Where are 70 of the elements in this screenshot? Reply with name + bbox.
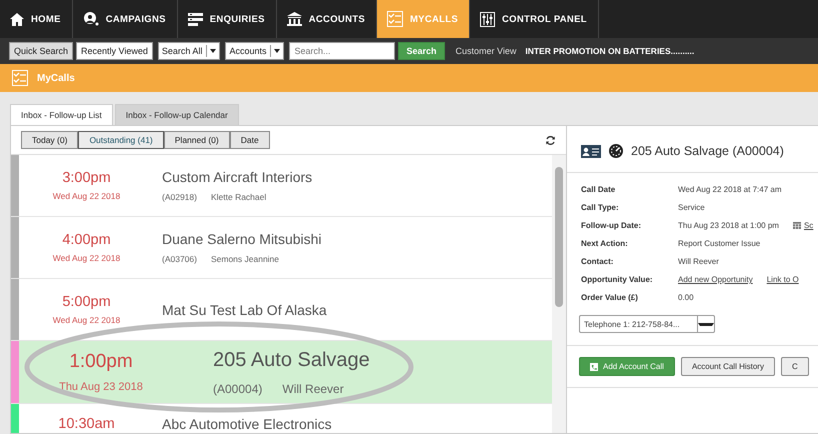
call-row[interactable]: 4:00pm Wed Aug 22 2018 Duane Salerno Mitsubishi (A03706) Semons Jeannine: [11, 217, 552, 279]
search-mode-tab[interactable]: Quick Search: [9, 42, 74, 60]
contact-name: Klette Rachael: [210, 192, 266, 202]
search-field[interactable]: Search...: [289, 42, 396, 60]
checklist-icon: [386, 11, 403, 27]
action-button[interactable]: C: [780, 357, 809, 376]
call-time: 10:30am: [58, 416, 115, 432]
refresh-icon[interactable]: [545, 134, 556, 146]
field-value: Service: [678, 203, 705, 212]
field-value: Wed Aug 22 2018 at 7:47 am: [678, 185, 782, 194]
checklist-icon: [12, 70, 28, 86]
filter-button[interactable]: Today (0): [21, 131, 78, 149]
detail-title: 205 Auto Salvage (A00004): [631, 144, 784, 158]
field-label: Next Action:: [581, 239, 629, 248]
gauge-icon: [609, 144, 623, 158]
field-label: Opportunity Value:: [581, 275, 654, 284]
add-opportunity-link[interactable]: Add new Opportunity: [678, 275, 753, 284]
call-time: 3:00pm: [62, 170, 111, 186]
field-value: Will Reever: [678, 257, 719, 266]
filter-button[interactable]: Date: [230, 131, 270, 149]
sliders-icon: [480, 12, 495, 26]
calendar-icon: [792, 222, 801, 229]
contact-card-icon: [581, 144, 601, 158]
call-date: Wed Aug 22 2018: [52, 315, 120, 325]
link[interactable]: Sc: [804, 221, 814, 230]
filter-button[interactable]: Planned (0): [164, 131, 230, 149]
contact-name: Will Reever: [282, 382, 344, 396]
page-title: MyCalls: [37, 72, 75, 84]
action-button[interactable]: Account Call History: [680, 357, 775, 376]
call-time: 4:00pm: [62, 232, 111, 248]
customer-view-link[interactable]: Customer View: [456, 46, 516, 56]
list-icon: [188, 12, 203, 26]
field-label: Order Value (£): [581, 293, 639, 302]
account-code: (A00004): [213, 382, 262, 396]
phone-icon: [590, 362, 598, 370]
contact-name: Semons Jeannine: [210, 254, 280, 264]
account-code: (A02918): [162, 192, 197, 202]
call-date: Wed Aug 22 2018: [52, 253, 120, 263]
dropdown[interactable]: Accounts: [225, 42, 284, 60]
account-name: Abc Automotive Electronics: [162, 416, 332, 432]
account-name: 205 Auto Salvage: [213, 348, 370, 372]
account-name: Custom Aircraft Interiors: [162, 169, 312, 185]
dropdown[interactable]: Search All: [158, 42, 220, 60]
promotion-ticker: INTER PROMOTION ON BATTERIES..........: [525, 46, 694, 56]
call-date: Wed Aug 22 2018: [52, 191, 120, 201]
home-icon: [10, 12, 24, 26]
field-value: Report Customer Issue: [678, 239, 760, 248]
field-label: Call Type:: [581, 203, 620, 212]
filter-button[interactable]: Outstanding (41): [78, 131, 164, 149]
call-time: 5:00pm: [62, 294, 111, 310]
call-time: 1:00pm: [69, 351, 133, 373]
field-value: Thu Aug 23 2018 at 1:00 pm: [678, 221, 779, 230]
tab[interactable]: Inbox - Follow-up List: [10, 104, 113, 125]
field-label: Call Date: [581, 185, 616, 194]
scrollbar-thumb[interactable]: [555, 167, 563, 307]
link[interactable]: Link to O: [766, 275, 799, 284]
phone-dropdown[interactable]: Telephone 1: 212-758-84...: [579, 315, 715, 333]
field-label: Contact:: [581, 257, 614, 266]
call-row[interactable]: 1:00pm Thu Aug 23 2018 205 Auto Salvage (A00004) Will Reever: [11, 341, 552, 404]
person-icon: [82, 12, 99, 26]
search-mode-tab[interactable]: Recently Viewed: [76, 42, 153, 60]
call-row[interactable]: 3:00pm Wed Aug 22 2018 Custom Aircraft Interiors (A02918) Klette Rachael: [11, 155, 552, 217]
field-value: 0.00: [678, 293, 694, 302]
bank-icon: [286, 12, 302, 26]
tab[interactable]: Inbox - Follow-up Calendar: [114, 104, 239, 125]
call-date: Thu Aug 23 2018: [59, 381, 143, 393]
field-label: Follow-up Date:: [581, 221, 642, 230]
account-name: Mat Su Test Lab Of Alaska: [162, 302, 327, 318]
account-name: Duane Salerno Mitsubishi: [162, 231, 322, 247]
account-code: (A03706): [162, 254, 197, 264]
